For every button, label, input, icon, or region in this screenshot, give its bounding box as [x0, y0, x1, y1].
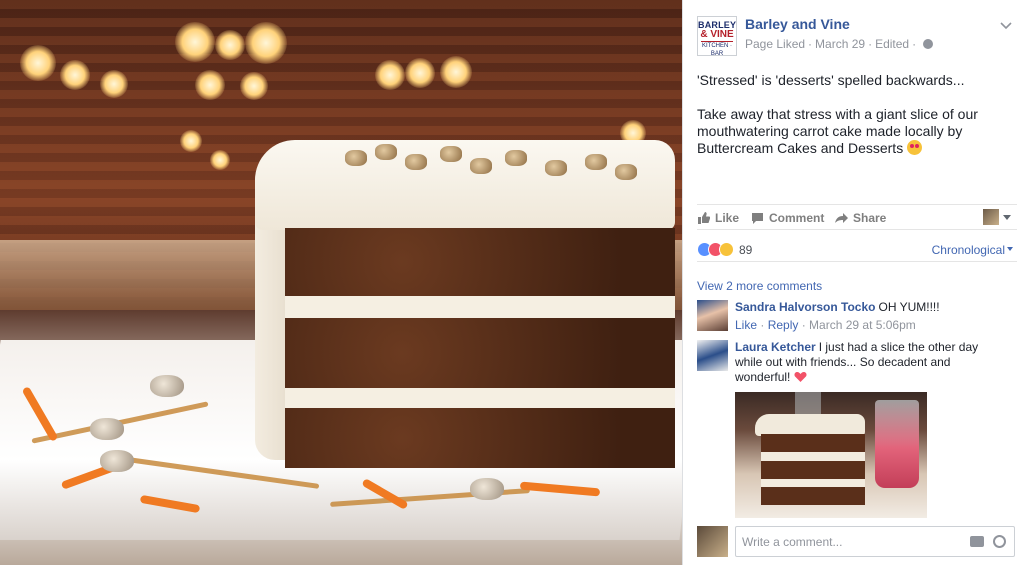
thumbs-up-icon [697, 212, 711, 224]
comment-body: Sandra Halvorson Tocko OH YUM!!!! Like · … [735, 300, 1005, 333]
like-label: Like [715, 211, 740, 225]
reactions-summary[interactable]: 89 Chronological [697, 240, 1017, 262]
post-actions-bar: Like Comment Share [697, 204, 1017, 230]
heart-eyes-emoji-icon [907, 140, 923, 155]
commenter-name[interactable]: Laura Ketcher [735, 340, 816, 354]
camera-icon[interactable] [970, 536, 984, 547]
post-panel: BARLEY & VINE KITCHEN · BAR Barley and V… [682, 0, 1024, 565]
post-as-selector[interactable] [983, 209, 1013, 225]
caret-down-icon [1003, 215, 1011, 220]
photo-light [440, 56, 472, 88]
post-paragraph-2: Take away that stress with a giant slice… [697, 106, 997, 157]
cake-nut-topping [505, 150, 527, 166]
photo-light [100, 70, 128, 98]
cake-nut-topping [345, 150, 367, 166]
comment-photo[interactable] [735, 392, 927, 518]
photo-light [375, 60, 405, 90]
logo-text-line3: KITCHEN · BAR [701, 41, 733, 57]
current-user-avatar [697, 526, 728, 557]
cake-nut-topping [545, 160, 567, 176]
photo-cocktail-glass [875, 400, 919, 488]
photo-walnut [470, 478, 504, 500]
comment-sort-dropdown[interactable]: Chronological [932, 243, 1013, 257]
cake-sponge-layer [285, 318, 675, 388]
comment-composer: Write a comment... [697, 526, 1017, 558]
cake-nut-topping [440, 146, 462, 162]
photo-light [210, 150, 230, 170]
cake-cream-layer [285, 296, 675, 318]
post-header: BARLEY & VINE KITCHEN · BAR Barley and V… [697, 14, 1017, 58]
photo-walnut [90, 418, 124, 440]
commenter-avatar[interactable] [697, 300, 728, 331]
share-label: Share [853, 211, 887, 225]
cake-nut-topping [405, 154, 427, 170]
comment-meta: Like · Reply · March 29 at 5:06pm [735, 318, 916, 332]
post-date-link[interactable]: March 29 [815, 37, 865, 51]
photo-light [245, 22, 287, 64]
post-paragraph-1: 'Stressed' is 'desserts' spelled backwar… [697, 72, 965, 88]
comment-label: Comment [769, 211, 825, 225]
meta-separator: · [912, 37, 917, 51]
photo-light [405, 58, 435, 88]
commenter-name[interactable]: Sandra Halvorson Tocko [735, 300, 875, 314]
comment-text: OH YUM!!!! [878, 300, 940, 314]
comment-button[interactable]: Comment [751, 211, 824, 225]
cake-top-frosting [255, 140, 675, 230]
chevron-down-icon[interactable] [999, 18, 1013, 32]
post-photo[interactable] [0, 0, 682, 565]
comment-item: Sandra Halvorson Tocko OH YUM!!!! Like · … [697, 300, 1007, 336]
heart-icon [794, 371, 807, 383]
sort-label: Chronological [931, 243, 1005, 257]
page-logo[interactable]: BARLEY & VINE KITCHEN · BAR [697, 16, 737, 57]
cake-cream-layer [285, 388, 675, 408]
cake-nut-topping [375, 144, 397, 160]
edited-label[interactable]: Edited [875, 37, 909, 51]
comment-item: Laura Ketcher I just had a slice the othe… [697, 340, 1007, 520]
photo-light [20, 45, 56, 81]
meta-separator: · [868, 37, 873, 51]
photo-light [215, 30, 245, 60]
photo-light [195, 70, 225, 100]
cake-sponge-layer [285, 228, 675, 296]
commenter-avatar[interactable] [697, 340, 728, 371]
globe-icon[interactable] [923, 39, 934, 49]
photo-carrot-cake [255, 140, 675, 470]
comment-like-link[interactable]: Like [735, 318, 757, 332]
cake-sponge-layer [285, 408, 675, 468]
comment-input[interactable]: Write a comment... [735, 526, 1015, 557]
current-user-avatar [983, 209, 999, 225]
logo-text-line2: & VINE [700, 29, 734, 40]
photo-light [60, 60, 90, 90]
reaction-count[interactable]: 89 [739, 243, 752, 257]
meta-separator: · [808, 37, 813, 51]
photo-walnut [100, 450, 134, 472]
cake-nut-topping [470, 158, 492, 174]
post-meta: Page Liked · March 29 · Edited · [745, 37, 934, 51]
comment-reply-link[interactable]: Reply [768, 318, 799, 332]
post-text: 'Stressed' is 'desserts' spelled backwar… [697, 72, 997, 174]
like-button[interactable]: Like [697, 211, 739, 225]
photo-light [240, 72, 268, 100]
post-paragraph-2-text: Take away that stress with a giant slice… [697, 106, 978, 156]
cake-nut-topping [615, 164, 637, 180]
photo-walnut [150, 375, 184, 397]
speech-bubble-icon [751, 212, 764, 224]
emoji-icon[interactable] [993, 535, 1006, 548]
comment-body: Laura Ketcher I just had a slice the othe… [735, 340, 1005, 385]
page-name-link[interactable]: Barley and Vine [745, 16, 850, 32]
share-button[interactable]: Share [835, 211, 886, 225]
share-arrow-icon [835, 212, 848, 224]
comment-input-placeholder: Write a comment... [742, 535, 843, 549]
cake-nut-topping [585, 154, 607, 170]
view-more-comments-link[interactable]: View 2 more comments [697, 279, 822, 293]
comment-timestamp[interactable]: March 29 at 5:06pm [809, 318, 916, 332]
page-liked-label: Page Liked [745, 37, 806, 51]
wow-reaction-icon [719, 242, 734, 257]
photo-light [175, 22, 215, 62]
photo-light [180, 130, 202, 152]
photo-cake-slice [755, 414, 875, 509]
caret-down-icon [1007, 247, 1013, 251]
